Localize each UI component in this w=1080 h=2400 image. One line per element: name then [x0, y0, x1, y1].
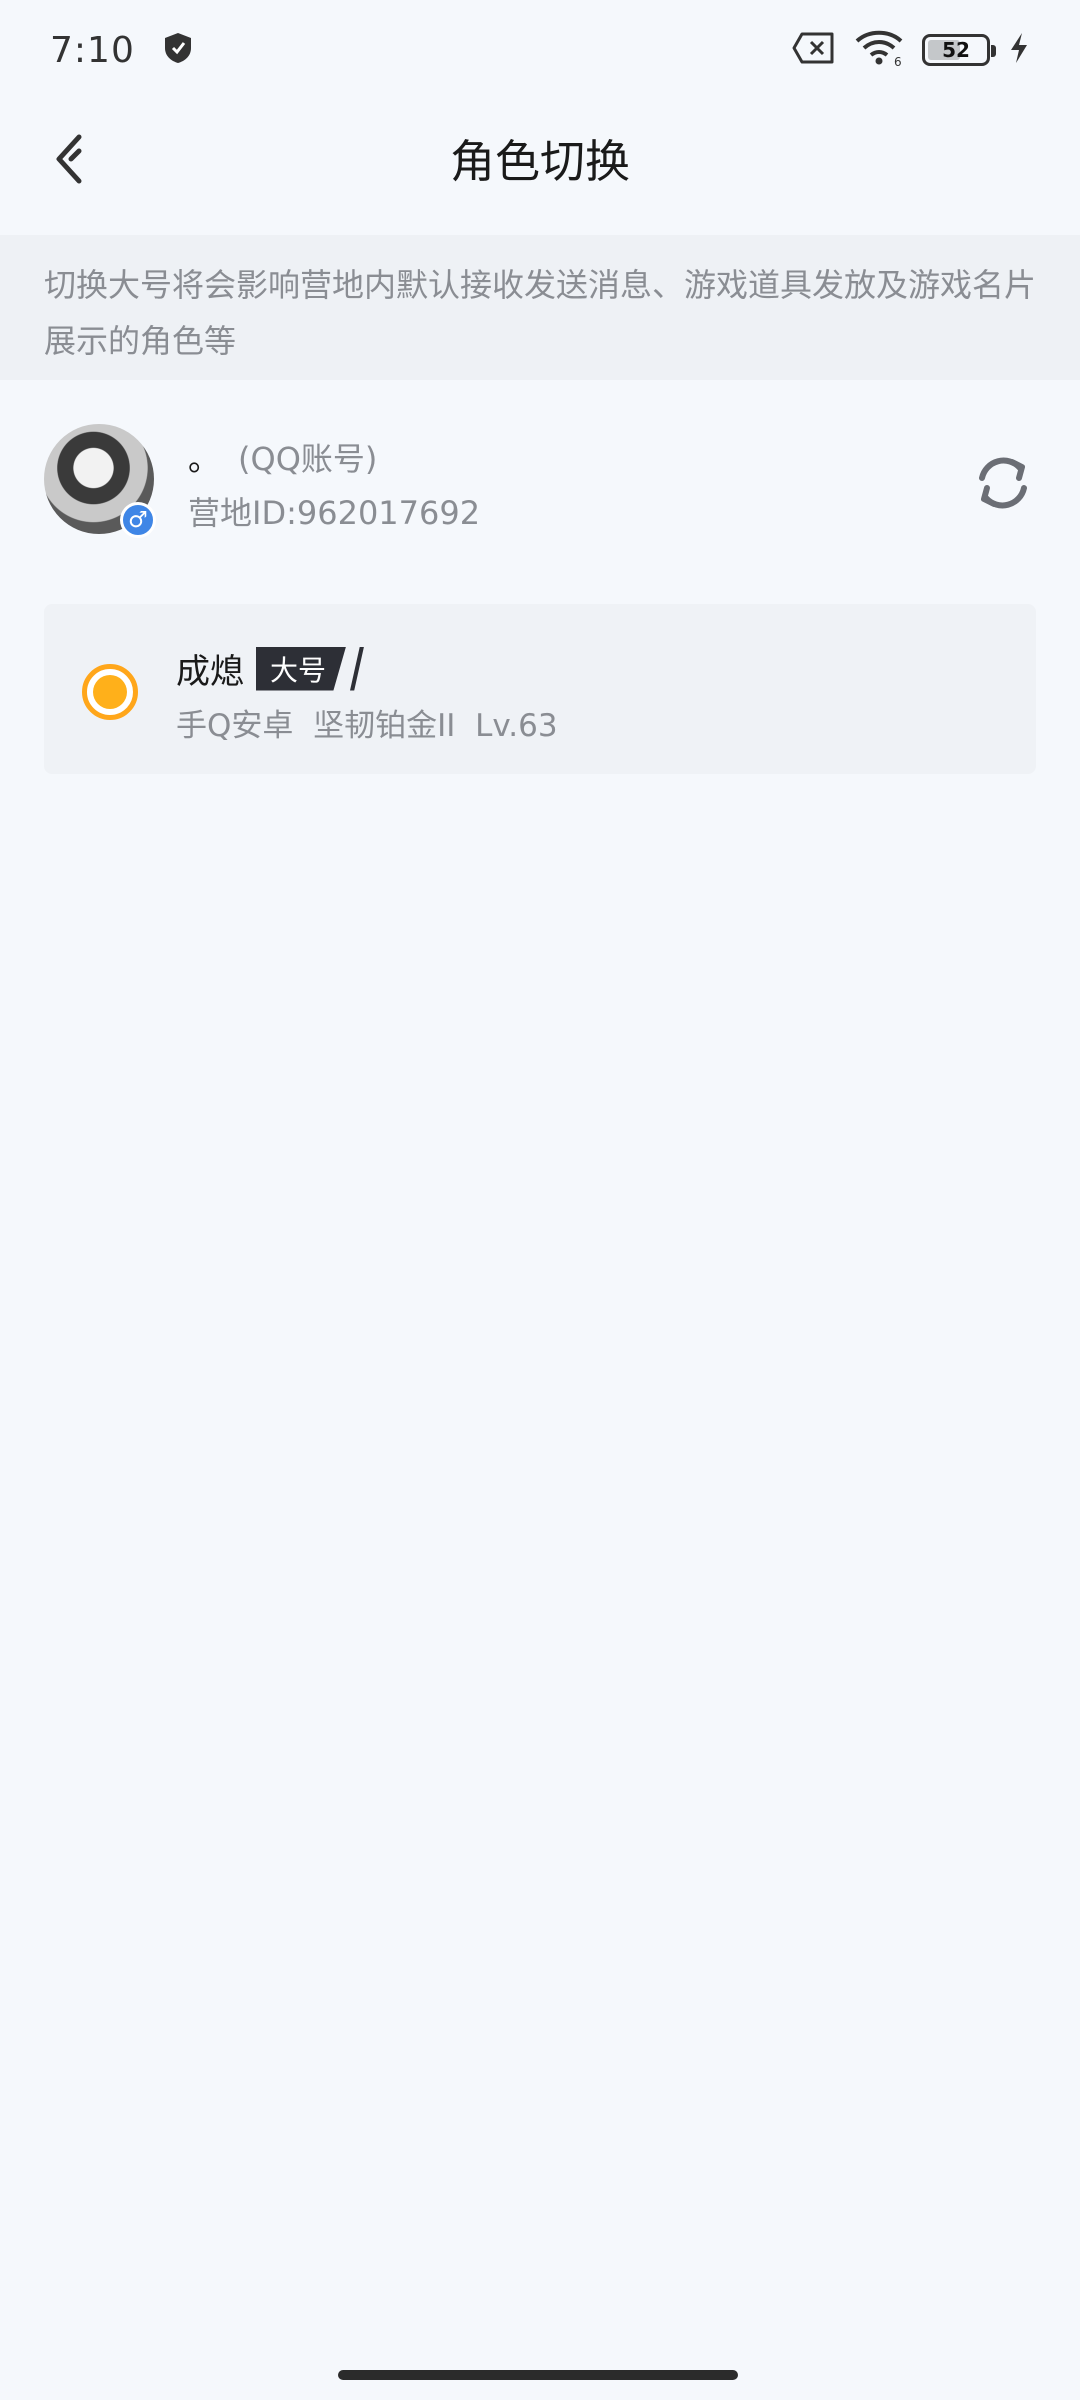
- account-name: 。: [188, 440, 221, 478]
- status-right: 6 52: [792, 29, 1030, 71]
- role-card[interactable]: 成熄 大号 手Q安卓 坚韧铂金II Lv.63: [44, 604, 1036, 774]
- role-info: 手Q安卓 坚韧铂金II Lv.63: [176, 708, 558, 744]
- role-name: 成熄: [176, 652, 244, 692]
- back-arrow-icon: [56, 134, 82, 184]
- gender-symbol: ♂: [128, 507, 148, 533]
- radio-dot: [93, 675, 127, 709]
- battery-level: 52: [942, 38, 970, 62]
- switch-account-button[interactable]: [970, 450, 1036, 516]
- male-gender-icon: ♂: [120, 502, 156, 538]
- wifi-icon: 6: [854, 29, 904, 71]
- page-title: 角色切换: [449, 135, 630, 188]
- status-time: 7:10: [50, 29, 135, 71]
- account-type: (QQ账号): [238, 440, 378, 478]
- shield-app-icon: [161, 31, 195, 69]
- status-left: 7:10: [50, 30, 195, 71]
- back-button[interactable]: [34, 124, 104, 194]
- main-account-badge: 大号: [256, 646, 347, 691]
- role-name-line: 成熄 大号: [176, 644, 365, 693]
- svg-text:6: 6: [894, 55, 902, 67]
- account-id: 营地ID:962017692: [188, 494, 481, 532]
- status-bar: 7:10 6 52: [0, 0, 1080, 100]
- account-row: ♂ 。 (QQ账号) 营地ID:962017692: [0, 420, 1080, 540]
- home-indicator[interactable]: [338, 2370, 738, 2380]
- role-radio-selected[interactable]: [82, 664, 138, 720]
- notice-banner: 切换大号将会影响营地内默认接收发送消息、游戏道具发放及游戏名片展示的角色等: [0, 235, 1080, 380]
- nav-bar: 角色切换: [0, 100, 1080, 215]
- sim-off-icon: [792, 31, 836, 69]
- account-name-line: 。 (QQ账号): [188, 434, 377, 480]
- battery-icon: 52: [922, 34, 996, 66]
- refresh-icon: [979, 457, 1027, 509]
- badge-slash-decoration: [350, 646, 365, 691]
- notice-text: 切换大号将会影响营地内默认接收发送消息、游戏道具发放及游戏名片展示的角色等: [44, 266, 1037, 360]
- charging-icon: [1008, 31, 1030, 69]
- main-account-badge-label: 大号: [270, 653, 327, 687]
